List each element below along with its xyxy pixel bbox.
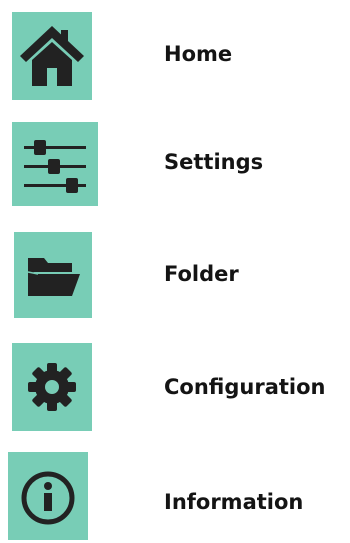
folder-icon — [14, 232, 92, 318]
nav-item-configuration[interactable]: Configuration — [0, 343, 350, 433]
nav-item-label: Folder — [164, 262, 239, 286]
gear-icon — [12, 343, 92, 431]
nav-item-label: Settings — [164, 150, 264, 174]
home-icon — [12, 12, 92, 100]
nav-item-label: Configuration — [164, 375, 326, 399]
sliders-icon — [12, 122, 98, 206]
nav-item-information[interactable]: Information — [0, 452, 350, 542]
nav-item-settings[interactable]: Settings — [0, 122, 350, 212]
nav-item-label: Information — [164, 490, 304, 514]
nav-item-folder[interactable]: Folder — [0, 232, 350, 322]
nav-item-label: Home — [164, 42, 233, 66]
nav-item-home[interactable]: Home — [0, 12, 350, 102]
info-icon — [8, 452, 88, 540]
